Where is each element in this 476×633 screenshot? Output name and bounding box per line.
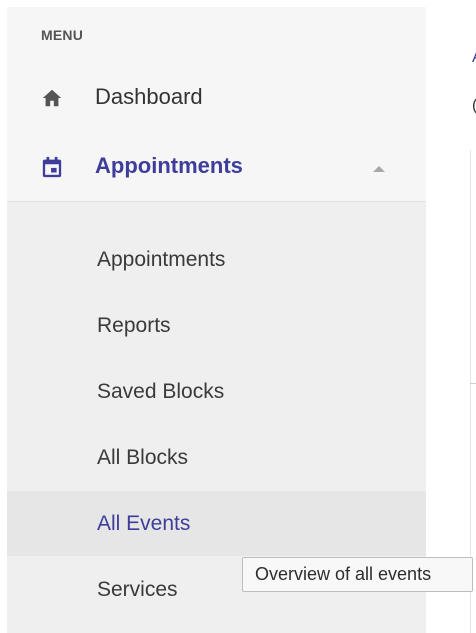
- submenu-item-label: Appointments: [97, 247, 226, 271]
- sidebar-item-appointments[interactable]: Appointments: [7, 138, 426, 194]
- main-divider: [470, 383, 476, 384]
- submenu-item-all-blocks[interactable]: All Blocks: [7, 425, 426, 490]
- submenu-item-reports[interactable]: Reports: [7, 293, 426, 358]
- submenu-item-label: All Events: [97, 511, 191, 535]
- calendar-icon: [41, 156, 63, 178]
- main-content: A (: [426, 0, 476, 633]
- sidebar: MENU Dashboard Appointments Appointments…: [7, 7, 426, 633]
- sidebar-item-dashboard[interactable]: Dashboard: [7, 69, 426, 125]
- main-heading-fragment: A: [472, 49, 476, 67]
- submenu-item-label: Reports: [97, 313, 171, 337]
- menu-header: MENU: [41, 27, 84, 43]
- sidebar-item-label: Dashboard: [95, 84, 203, 109]
- submenu-item-all-events[interactable]: All Events: [7, 491, 426, 556]
- submenu-item-label: Saved Blocks: [97, 379, 225, 403]
- app-frame: MENU Dashboard Appointments Appointments…: [0, 0, 476, 633]
- sidebar-item-label: Appointments: [95, 153, 243, 178]
- submenu-item-appointments[interactable]: Appointments: [7, 227, 426, 292]
- home-icon: [41, 87, 63, 109]
- tooltip: Overview of all events: [242, 557, 473, 592]
- main-text-fragment: (: [472, 97, 476, 115]
- submenu-item-label: All Blocks: [97, 445, 189, 469]
- caret-up-icon[interactable]: [373, 166, 385, 172]
- submenu-item-label: Services: [97, 577, 178, 601]
- submenu-item-saved-blocks[interactable]: Saved Blocks: [7, 359, 426, 424]
